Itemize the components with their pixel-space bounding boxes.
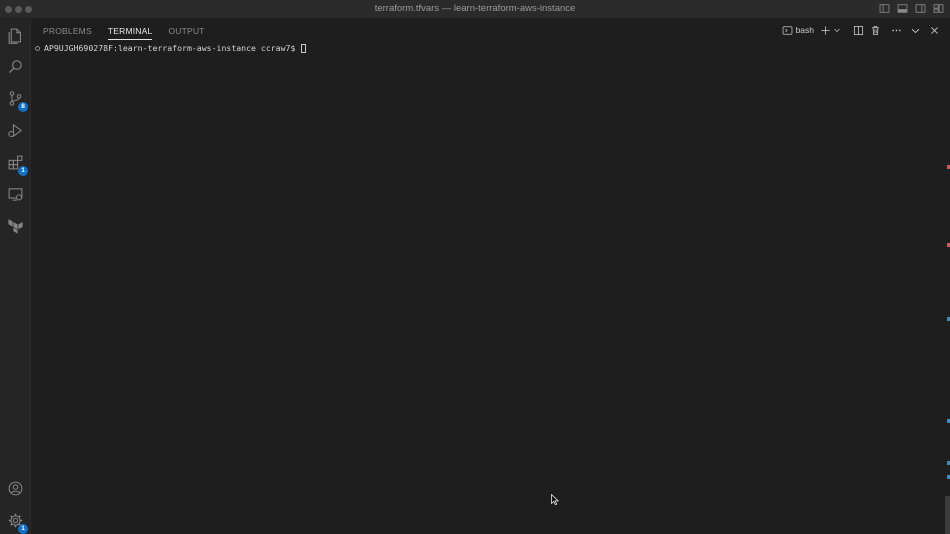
layout-controls: [879, 3, 944, 14]
new-terminal-icon[interactable]: [820, 25, 831, 36]
extensions-button[interactable]: 1: [4, 151, 28, 176]
terminal-output[interactable]: AP9UJGH690278F:learn-terraform-aws-insta…: [35, 43, 307, 53]
account-icon: [7, 480, 24, 497]
split-terminal-icon[interactable]: [853, 25, 864, 36]
remote-explorer-button[interactable]: [4, 183, 26, 205]
customize-layout-icon[interactable]: [933, 3, 944, 14]
terminal-scrollbar[interactable]: [945, 496, 950, 534]
toggle-panel-icon[interactable]: [897, 3, 908, 14]
command-decoration-icon[interactable]: [35, 45, 40, 51]
remote-explorer-icon: [7, 186, 24, 203]
maximize-panel-chevron-icon[interactable]: [910, 25, 921, 36]
title-bar: terraform.tfvars — learn-terraform-aws-i…: [0, 0, 950, 19]
accounts-button[interactable]: [4, 477, 26, 499]
search-button[interactable]: [4, 55, 26, 77]
terminal-prompt: AP9UJGH690278F:learn-terraform-aws-insta…: [44, 43, 301, 53]
kill-terminal-trash-icon[interactable]: [870, 25, 881, 36]
manage-button[interactable]: 1: [4, 509, 28, 534]
run-debug-icon: [7, 122, 24, 139]
activity-bar: 8 1 1: [0, 19, 31, 534]
source-control-button[interactable]: 8: [4, 87, 28, 112]
extensions-badge: 1: [18, 166, 28, 176]
panel-tabs: PROBLEMS TERMINAL OUTPUT: [43, 19, 205, 41]
terminal-prompt-icon: [782, 25, 793, 36]
files-icon: [7, 27, 24, 44]
tab-terminal[interactable]: TERMINAL: [107, 19, 153, 41]
toggle-primary-sidebar-icon[interactable]: [879, 3, 890, 14]
terminal-shell-selector[interactable]: bash: [782, 25, 814, 36]
source-control-badge: 8: [18, 102, 28, 112]
settings-badge: 1: [18, 524, 28, 534]
panel-actions: bash: [782, 23, 940, 37]
chevron-down-icon[interactable]: [833, 26, 841, 34]
toggle-secondary-sidebar-icon[interactable]: [915, 3, 926, 14]
window-title: terraform.tfvars — learn-terraform-aws-i…: [374, 3, 576, 14]
tab-problems[interactable]: PROBLEMS: [43, 19, 92, 41]
search-icon: [7, 58, 24, 75]
mouse-cursor-icon: [551, 492, 560, 510]
terminal-cursor: [301, 43, 307, 53]
more-actions-icon[interactable]: [891, 25, 902, 36]
close-panel-icon[interactable]: [929, 25, 940, 36]
explorer-button[interactable]: [4, 24, 26, 46]
terraform-icon: [7, 217, 24, 234]
shell-name: bash: [795, 25, 814, 35]
terminal-panel: PROBLEMS TERMINAL OUTPUT bash AP9UJGH690…: [31, 19, 950, 534]
terraform-button[interactable]: [4, 214, 26, 236]
tab-output[interactable]: OUTPUT: [168, 19, 204, 41]
run-debug-button[interactable]: [4, 119, 26, 141]
